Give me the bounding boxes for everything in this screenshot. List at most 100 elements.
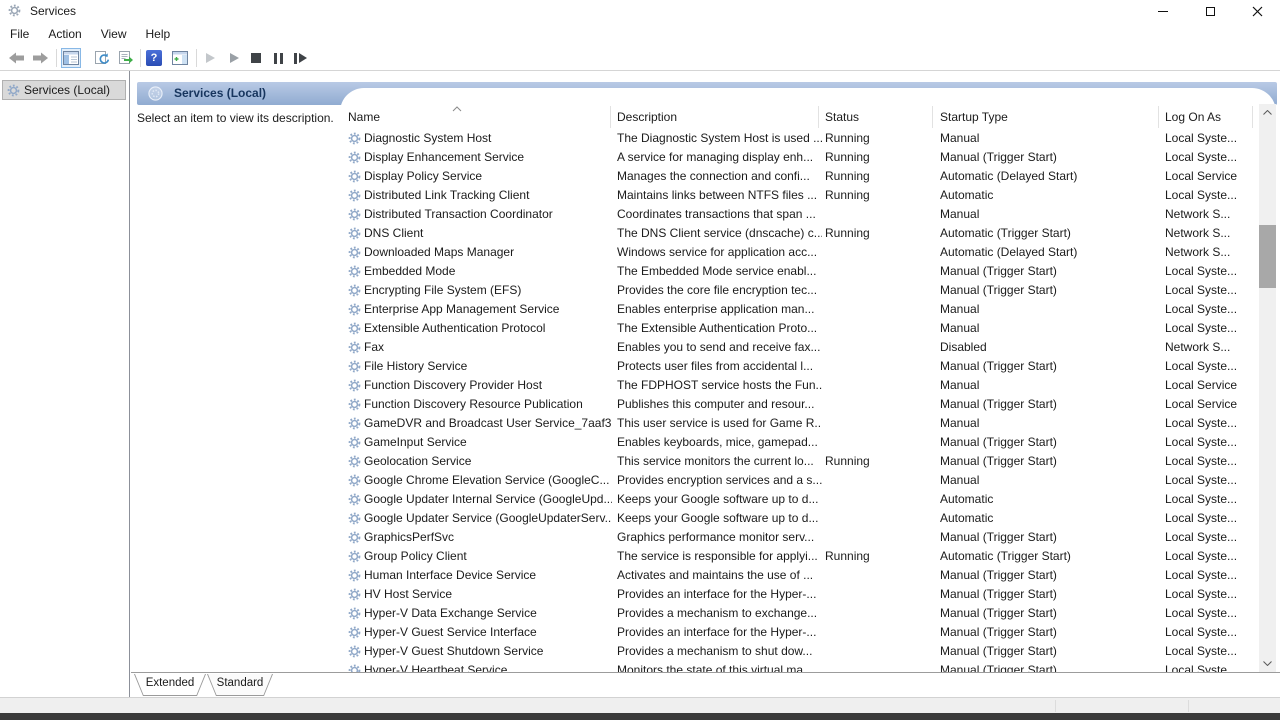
pause-service-button[interactable]	[268, 48, 288, 68]
service-name: DNS Client	[364, 226, 612, 240]
service-gear-icon	[348, 246, 361, 262]
vertical-scrollbar[interactable]	[1259, 104, 1276, 672]
maximize-button[interactable]	[1187, 0, 1233, 22]
table-row[interactable]: Extensible Authentication Protocol The E…	[340, 320, 1259, 339]
service-logon-as: Network S...	[1165, 226, 1259, 240]
table-row[interactable]: Function Discovery Provider Host The FDP…	[340, 377, 1259, 396]
scroll-up-button[interactable]	[1259, 104, 1276, 121]
service-logon-as: Local Service	[1165, 378, 1259, 392]
menu-file[interactable]: File	[1, 24, 38, 44]
table-row[interactable]: Display Policy Service Manages the conne…	[340, 168, 1259, 187]
column-header-status[interactable]: Status	[825, 110, 859, 124]
service-description: Enables enterprise application man...	[617, 302, 822, 316]
service-startup-type: Manual	[940, 416, 1162, 430]
table-row[interactable]: Distributed Link Tracking Client Maintai…	[340, 187, 1259, 206]
service-name: Hyper-V Guest Service Interface	[364, 625, 612, 639]
service-startup-type: Automatic (Trigger Start)	[940, 226, 1162, 240]
table-row[interactable]: Embedded Mode The Embedded Mode service …	[340, 263, 1259, 282]
scroll-down-button[interactable]	[1259, 655, 1276, 672]
show-console-tree-button[interactable]	[61, 48, 81, 68]
column-divider[interactable]	[1252, 106, 1253, 128]
table-row[interactable]: Group Policy Client The service is respo…	[340, 548, 1259, 567]
window-bottom-edge	[0, 713, 1280, 720]
service-name: Google Updater Service (GoogleUpdaterSer…	[364, 511, 612, 525]
stop-service-button[interactable]	[246, 48, 266, 68]
table-row[interactable]: Display Enhancement Service A service fo…	[340, 149, 1259, 168]
table-row[interactable]: Hyper-V Guest Shutdown Service Provides …	[340, 643, 1259, 662]
table-row[interactable]: Hyper-V Heartbeat Service Monitors the s…	[340, 662, 1259, 672]
service-description: Windows service for application acc...	[617, 245, 822, 259]
table-row[interactable]: DNS Client The DNS Client service (dnsca…	[340, 225, 1259, 244]
service-gear-icon	[348, 512, 361, 528]
resume-service-button[interactable]	[224, 48, 244, 68]
table-row[interactable]: Hyper-V Guest Service Interface Provides…	[340, 624, 1259, 643]
table-row[interactable]: GraphicsPerfSvc Graphics performance mon…	[340, 529, 1259, 548]
service-name: Downloaded Maps Manager	[364, 245, 612, 259]
table-row[interactable]: Enterprise App Management Service Enable…	[340, 301, 1259, 320]
service-gear-icon	[348, 170, 361, 186]
service-description: Activates and maintains the use of ...	[617, 568, 822, 582]
table-row[interactable]: Human Interface Device Service Activates…	[340, 567, 1259, 586]
close-button[interactable]	[1234, 0, 1280, 22]
service-startup-type: Automatic (Delayed Start)	[940, 245, 1162, 259]
minimize-button[interactable]	[1140, 0, 1186, 22]
table-row[interactable]: Google Updater Internal Service (GoogleU…	[340, 491, 1259, 510]
bottom-scroll-strip[interactable]	[0, 697, 1280, 713]
back-button[interactable]	[6, 48, 26, 68]
tab-extended[interactable]: Extended	[134, 674, 206, 696]
service-logon-as: Local Syste...	[1165, 188, 1259, 202]
stop-icon	[251, 53, 261, 63]
table-row[interactable]: File History Service Protects user files…	[340, 358, 1259, 377]
service-description: Coordinates transactions that span ...	[617, 207, 822, 221]
table-row[interactable]: Google Updater Service (GoogleUpdaterSer…	[340, 510, 1259, 529]
service-logon-as: Local Syste...	[1165, 511, 1259, 525]
table-row[interactable]: GameInput Service Enables keyboards, mic…	[340, 434, 1259, 453]
title-bar: Services	[0, 0, 1280, 22]
table-row[interactable]: Downloaded Maps Manager Windows service …	[340, 244, 1259, 263]
scrollbar-thumb[interactable]	[1259, 225, 1276, 288]
column-divider[interactable]	[818, 106, 819, 128]
service-status: Running	[825, 150, 935, 164]
minimize-icon	[1158, 11, 1168, 12]
table-row[interactable]: HV Host Service Provides an interface fo…	[340, 586, 1259, 605]
table-row[interactable]: Fax Enables you to send and receive fax.…	[340, 339, 1259, 358]
service-status: Running	[825, 226, 935, 240]
service-name: Geolocation Service	[364, 454, 612, 468]
table-row[interactable]: Geolocation Service This service monitor…	[340, 453, 1259, 472]
column-divider[interactable]	[932, 106, 933, 128]
column-header-description[interactable]: Description	[617, 110, 677, 124]
start-service-button[interactable]	[200, 48, 220, 68]
service-startup-type: Manual (Trigger Start)	[940, 435, 1162, 449]
menu-view[interactable]: View	[92, 24, 136, 44]
table-row[interactable]: Diagnostic System Host The Diagnostic Sy…	[340, 130, 1259, 149]
column-header-name[interactable]: Name	[348, 110, 380, 124]
column-divider[interactable]	[1158, 106, 1159, 128]
export-list-button[interactable]	[116, 48, 136, 68]
tab-extended-label: Extended	[134, 677, 206, 689]
show-action-pane-button[interactable]	[170, 48, 190, 68]
service-description: Provides an interface for the Hyper-...	[617, 587, 822, 601]
service-gear-icon	[348, 341, 361, 357]
table-row[interactable]: Distributed Transaction Coordinator Coor…	[340, 206, 1259, 225]
console-tree-panel: Services (Local)	[0, 71, 130, 697]
service-startup-type: Manual (Trigger Start)	[940, 663, 1162, 672]
restart-service-button[interactable]	[290, 48, 310, 68]
table-row[interactable]: Function Discovery Resource Publication …	[340, 396, 1259, 415]
service-name: Google Updater Internal Service (GoogleU…	[364, 492, 612, 506]
table-row[interactable]: Encrypting File System (EFS) Provides th…	[340, 282, 1259, 301]
service-status: Running	[825, 454, 935, 468]
refresh-button[interactable]	[92, 48, 112, 68]
table-row[interactable]: GameDVR and Broadcast User Service_7aaf3…	[340, 415, 1259, 434]
tree-item-services-local[interactable]: Services (Local)	[2, 80, 126, 100]
column-divider[interactable]	[610, 106, 611, 128]
tab-standard[interactable]: Standard	[207, 674, 273, 696]
service-startup-type: Manual	[940, 473, 1162, 487]
column-header-logon-as[interactable]: Log On As	[1165, 110, 1221, 124]
menu-help[interactable]: Help	[137, 24, 180, 44]
forward-button[interactable]	[30, 48, 50, 68]
table-row[interactable]: Google Chrome Elevation Service (GoogleC…	[340, 472, 1259, 491]
column-header-startup-type[interactable]: Startup Type	[940, 110, 1008, 124]
help-button[interactable]: ?	[144, 48, 164, 68]
table-row[interactable]: Hyper-V Data Exchange Service Provides a…	[340, 605, 1259, 624]
menu-action[interactable]: Action	[39, 24, 90, 44]
